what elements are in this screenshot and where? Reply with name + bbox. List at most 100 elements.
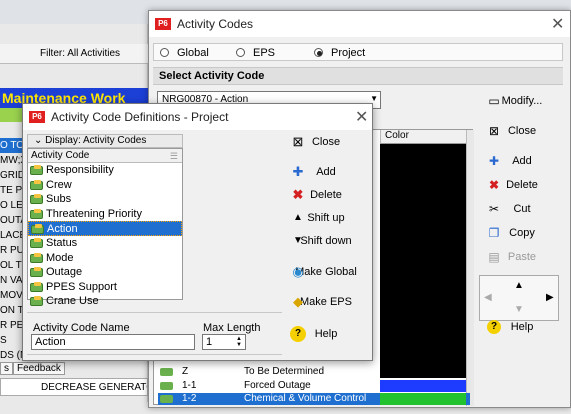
delete-icon: ✖ (292, 187, 304, 202)
shift-down-button[interactable]: ▼ Shift down (284, 229, 368, 253)
select-activity-code-header: Select Activity Code (153, 67, 563, 85)
column-header[interactable]: Activity Code ☰ (28, 149, 182, 163)
p6-logo-icon: P6 (155, 18, 171, 30)
activity-code-icon (30, 179, 43, 190)
arrow-left-icon[interactable]: ◀ (484, 292, 492, 303)
chevron-down-icon: ⌄ (34, 135, 43, 146)
arrow-up-icon: ▲ (293, 212, 303, 223)
list-item[interactable]: Subs (28, 192, 182, 207)
bottom-tabs: s Feedback (0, 362, 148, 376)
code-description: Forced Outage (244, 380, 311, 391)
button-label: Copy (509, 227, 535, 239)
add-button[interactable]: ✚ Add (479, 149, 565, 173)
item-label: Action (47, 223, 78, 236)
list-item[interactable]: Responsibility (28, 163, 182, 178)
table-row[interactable]: S (0, 333, 22, 348)
list-item[interactable]: Outage (28, 265, 182, 280)
copy-button[interactable]: ❐ Copy (479, 221, 565, 245)
list-item[interactable]: Mode (28, 251, 182, 266)
radio-project[interactable]: Project (314, 47, 365, 59)
display-options-bar[interactable]: ⌄ Display: Activity Codes (27, 134, 183, 148)
tab-feedback[interactable]: Feedback (13, 362, 65, 375)
definitions-help-button[interactable]: ? Help (284, 322, 368, 346)
make-global-button[interactable]: ◉ Make Global (284, 260, 368, 284)
radio-global[interactable]: Global (160, 47, 209, 59)
make-eps-button[interactable]: ◆ Make EPS (284, 290, 368, 314)
close-icon[interactable]: ✕ (355, 107, 368, 127)
list-item[interactable]: Status (28, 236, 182, 251)
spinner-arrows-icon[interactable]: ▲ ▼ (234, 336, 244, 348)
radio-eps[interactable]: EPS (236, 47, 275, 59)
eps-icon: ◆ (293, 294, 303, 309)
definitions-delete-button[interactable]: ✖ Delete (284, 183, 368, 207)
arrow-up-icon[interactable]: ▲ (514, 280, 524, 291)
copy-icon: ❐ (488, 226, 500, 240)
modify-icon: ▭ (488, 94, 500, 108)
list-item[interactable]: PPES Support (28, 280, 182, 295)
table-row[interactable]: R PU (0, 243, 22, 258)
activity-code-icon (30, 252, 43, 263)
table-row[interactable]: ON T (0, 303, 22, 318)
list-item[interactable]: Crane Use (28, 294, 182, 309)
radio-label: Global (177, 47, 209, 59)
max-length-stepper[interactable]: 1 ▲ ▼ (202, 334, 246, 350)
table-row[interactable]: TE PU (0, 183, 22, 198)
table-row[interactable]: MOVA (0, 288, 22, 303)
window-title: Activity Codes (177, 17, 254, 31)
item-label: Crane Use (46, 295, 99, 308)
cut-button[interactable]: ✂ Cut (479, 197, 565, 221)
table-row[interactable]: MW;X (0, 153, 22, 168)
tab-details[interactable]: s (0, 362, 13, 375)
table-row[interactable]: GRID (0, 168, 22, 183)
button-label: Make EPS (300, 296, 352, 308)
definitions-close-button[interactable]: ⊠ Close (284, 130, 368, 154)
activity-code-icon (30, 165, 43, 175)
table-row[interactable]: R PE (0, 318, 22, 333)
table-row[interactable]: O TO (0, 138, 22, 153)
button-label: Close (507, 125, 537, 137)
arrow-down-icon: ▼ (293, 235, 303, 246)
arrow-right-icon[interactable]: ▶ (546, 292, 554, 303)
activity-code-name-label: Activity Code Name (33, 322, 130, 334)
activity-code-icon (31, 224, 44, 235)
close-icon[interactable]: ✕ (551, 14, 564, 34)
delete-button[interactable]: ✖ Delete (479, 173, 565, 197)
activity-code-icon (30, 281, 43, 292)
max-length-value: 1 (206, 336, 213, 348)
table-row[interactable]: N VA (0, 273, 22, 288)
table-row[interactable]: LACE (0, 228, 22, 243)
table-row[interactable]: O LES (0, 198, 22, 213)
help-button[interactable]: ? Help (479, 315, 565, 339)
activity-name-field[interactable]: DECREASE GENERATOR LO (0, 378, 148, 396)
vertical-scrollbar[interactable] (466, 130, 474, 406)
code-value: Z (182, 366, 189, 377)
paste-button[interactable]: ▤ Paste (479, 245, 565, 269)
list-item[interactable]: Crew (28, 178, 182, 193)
close-button[interactable]: ⊠ Close (479, 119, 565, 143)
list-item[interactable]: Z To Be Determined (158, 366, 458, 378)
color-swatch (380, 393, 466, 405)
button-label: Add (316, 166, 336, 178)
radio-dot-selected (314, 48, 323, 57)
activity-code-icon (30, 237, 43, 248)
list-item-selected[interactable]: Action (28, 221, 182, 236)
color-column-header: Color (380, 130, 466, 144)
activity-codes-titlebar: P6 Activity Codes ✕ (149, 11, 570, 37)
table-row[interactable]: DS (N (0, 348, 22, 363)
definitions-add-button[interactable]: ✚ Add (284, 160, 368, 184)
radio-label: Project (331, 47, 366, 59)
filter-bar[interactable]: Filter: All Activities (0, 44, 148, 64)
add-icon: ✚ (292, 164, 304, 179)
modify-button[interactable]: ▭ Modify... (479, 89, 565, 113)
item-label: Status (46, 236, 78, 249)
arrow-down-icon[interactable]: ▼ (514, 304, 524, 315)
list-item[interactable]: Threatening Priority (28, 207, 182, 222)
button-label: Delete (310, 189, 342, 201)
code-value: 1-2 (182, 393, 197, 404)
paste-icon: ▤ (488, 250, 500, 264)
table-row[interactable]: OL TO (0, 258, 22, 273)
radio-dot (160, 48, 169, 57)
table-row[interactable]: OUTA (0, 213, 22, 228)
shift-up-button[interactable]: ▲ Shift up (284, 206, 368, 230)
activity-code-name-input[interactable]: Action (31, 334, 195, 350)
